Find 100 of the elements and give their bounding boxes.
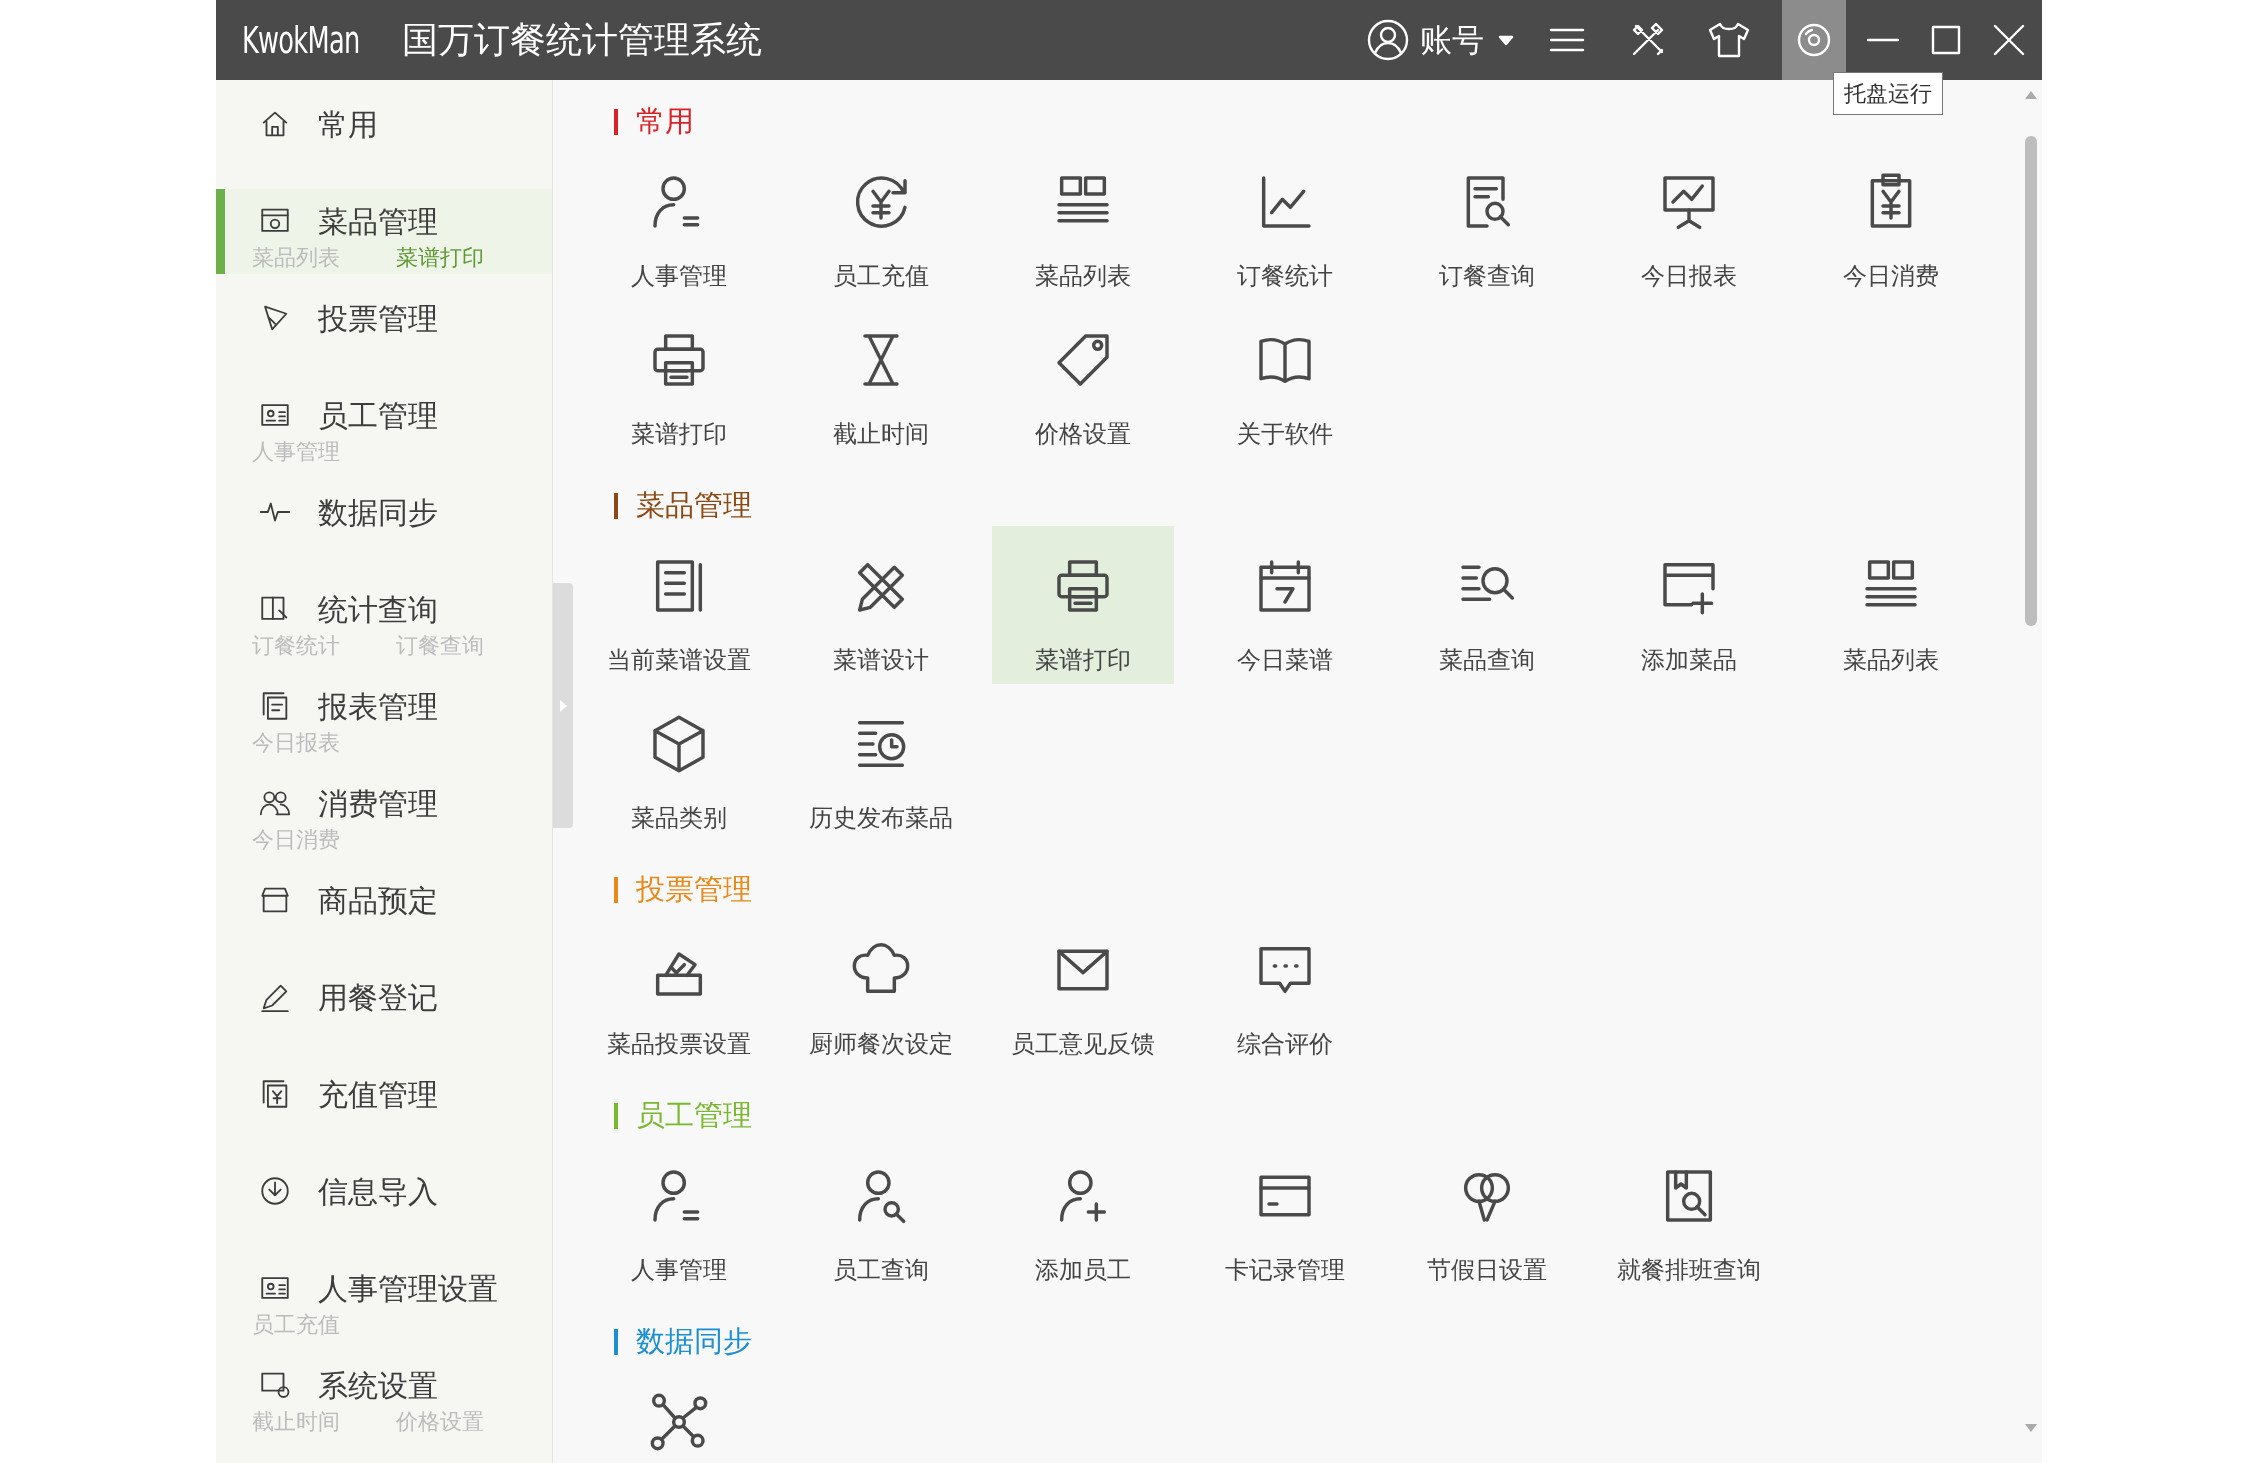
sidebar-item[interactable]: 报表管理 今日报表 [216,674,552,759]
shortcut-tile[interactable]: 菜品列表 [992,142,1174,300]
sidebar-item-label: 商品预定 [318,882,438,919]
shortcut-label: 厨师餐次设定 [809,1029,953,1059]
sidebar-item[interactable]: 人事管理设置 员工充值 [216,1256,552,1341]
shortcut-tile[interactable]: 添加菜品 [1598,526,1780,684]
shortcut-label: 当前菜谱设置 [607,645,751,675]
sidebar-item-label: 菜品管理 [318,203,438,240]
shortcut-label: 价格设置 [1035,419,1131,449]
scrollbar[interactable] [2020,80,2042,1463]
shortcut-label: 截止时间 [833,419,929,449]
shortcut-label: 菜品列表 [1843,645,1939,675]
arrow-icon [558,698,568,713]
shortcut-tile[interactable]: 菜谱打印 [992,526,1174,684]
shortcut-label: 节假日设置 [1427,1255,1547,1285]
sidebar-item[interactable]: 消费管理 今日消费 [216,771,552,856]
shortcut-label: 今日菜谱 [1237,645,1333,675]
shortcut-tile[interactable]: 菜谱打印 [588,300,770,458]
sidebar-item-label: 投票管理 [318,300,438,337]
tooltip: 托盘运行 [1833,72,1943,115]
account-button[interactable]: 账号 [1366,0,1514,80]
shortcut-tile[interactable]: 人事管理 [588,142,770,300]
section-title: 投票管理 [636,872,752,908]
shortcut-tile[interactable]: 关于软件 [1194,300,1376,458]
shortcut-tile[interactable]: 当前菜谱设置 [588,526,770,684]
shortcut-tile[interactable]: 订餐查询 [1396,142,1578,300]
sidebar-item-label: 充值管理 [318,1076,438,1113]
sidebar-item-label: 人事管理设置 [318,1270,498,1307]
shortcut-label: 就餐排班查询 [1617,1255,1761,1285]
shortcut-tile[interactable]: 节假日设置 [1396,1136,1578,1294]
caret-icon [1498,34,1514,46]
sidebar-item[interactable]: 用餐登记 [216,965,552,1050]
shortcut-tile[interactable]: 价格设置 [992,300,1174,458]
shortcut-label: 菜品列表 [1035,261,1131,291]
shortcut-label: 菜谱打印 [1035,645,1131,675]
section-title: 菜品管理 [636,488,752,524]
sidebar-item[interactable]: 员工管理 人事管理 [216,383,552,468]
shortcut-tile[interactable]: 菜品投票设置 [588,910,770,1068]
disc-icon [1796,22,1832,58]
sidebar-item-label: 系统设置 [318,1367,438,1404]
shortcut-tile[interactable]: 卡记录管理 [1194,1136,1376,1294]
maximize-icon[interactable] [1930,24,1962,56]
shortcut-tile[interactable]: 菜品列表 [1800,526,1982,684]
shortcut-tile[interactable]: 今日报表 [1598,142,1780,300]
shortcut-label: 菜品投票设置 [607,1029,751,1059]
sidebar-item[interactable]: 常用 [216,92,552,177]
scrollbar-thumb[interactable] [2025,136,2037,626]
shortcut-tile[interactable]: 截止时间 [790,300,972,458]
sidebar-item-label: 用餐登记 [318,979,438,1016]
sidebar-item-label: 常用 [318,106,378,143]
shortcut-label: 今日报表 [1641,261,1737,291]
shortcut-label: 订餐查询 [1439,261,1535,291]
shortcut-label: 历史发布菜品 [809,803,953,833]
sidebar-item[interactable]: 数据同步 [216,480,552,565]
collapse-handle[interactable] [553,583,573,828]
shortcut-label: 菜谱设计 [833,645,929,675]
section-title: 常用 [636,104,694,140]
shortcut-label: 员工查询 [833,1255,929,1285]
shortcut-label: 菜品类别 [631,803,727,833]
shortcut-tile[interactable]: 菜品类别 [588,684,770,842]
section-title: 数据同步 [636,1324,752,1360]
close-icon[interactable] [1992,23,2026,57]
sidebar-item[interactable]: 投票管理 [216,286,552,371]
sidebar-item-label: 信息导入 [318,1173,438,1210]
shortcut-tile[interactable]: 综合评价 [1194,910,1376,1068]
shortcut-label: 卡记录管理 [1225,1255,1345,1285]
sidebar-item[interactable]: 商品预定 [216,868,552,953]
shortcut-tile[interactable]: 历史发布菜品 [790,684,972,842]
sidebar-item-label: 消费管理 [318,785,438,822]
shortcut-tile[interactable]: 人事管理 [588,1136,770,1294]
shortcut-tile[interactable]: 订餐统计 [1194,142,1376,300]
shortcut-label: 员工充值 [833,261,929,291]
shortcut-label: 员工意见反馈 [1011,1029,1155,1059]
tray-button[interactable] [1782,0,1846,80]
shortcut-tile[interactable]: 员工意见反馈 [992,910,1174,1068]
shortcut-tile[interactable]: 员工查询 [790,1136,972,1294]
logo: KwokMan [242,21,361,59]
download-circle-icon [258,1174,292,1208]
shortcut-tile[interactable]: 添加员工 [992,1136,1174,1294]
shortcut-tile[interactable]: 今日消费 [1800,142,1982,300]
shortcut-tile[interactable]: 就餐排班查询 [1598,1136,1780,1294]
shirt-icon[interactable] [1706,20,1752,60]
sidebar-item[interactable]: 信息导入 [216,1159,552,1244]
shortcut-tile[interactable]: 菜品查询 [1396,526,1578,684]
shortcut-tile[interactable]: 今日菜谱 [1194,526,1376,684]
shortcut-tile[interactable]: 菜谱设计 [790,526,972,684]
sidebar-item-label: 员工管理 [318,397,438,434]
shortcut-label: 综合评价 [1237,1029,1333,1059]
shortcut-label: 添加菜品 [1641,645,1737,675]
sidebar-item-label: 统计查询 [318,591,438,628]
shortcut-label: 人事管理 [631,261,727,291]
sidebar-item-label: 报表管理 [318,688,438,725]
shortcut-label: 添加员工 [1035,1255,1131,1285]
shortcut-label: 菜谱打印 [631,419,727,449]
shortcut-tile[interactable]: 厨师餐次设定 [790,910,972,1068]
section-title: 员工管理 [636,1098,752,1134]
window-title: 国万订餐统计管理系统 [402,18,762,62]
shortcut-tile[interactable]: 员工充值 [790,142,972,300]
sidebar-item[interactable]: 充值管理 [216,1062,552,1147]
sidebar-item-label: 数据同步 [318,494,438,531]
